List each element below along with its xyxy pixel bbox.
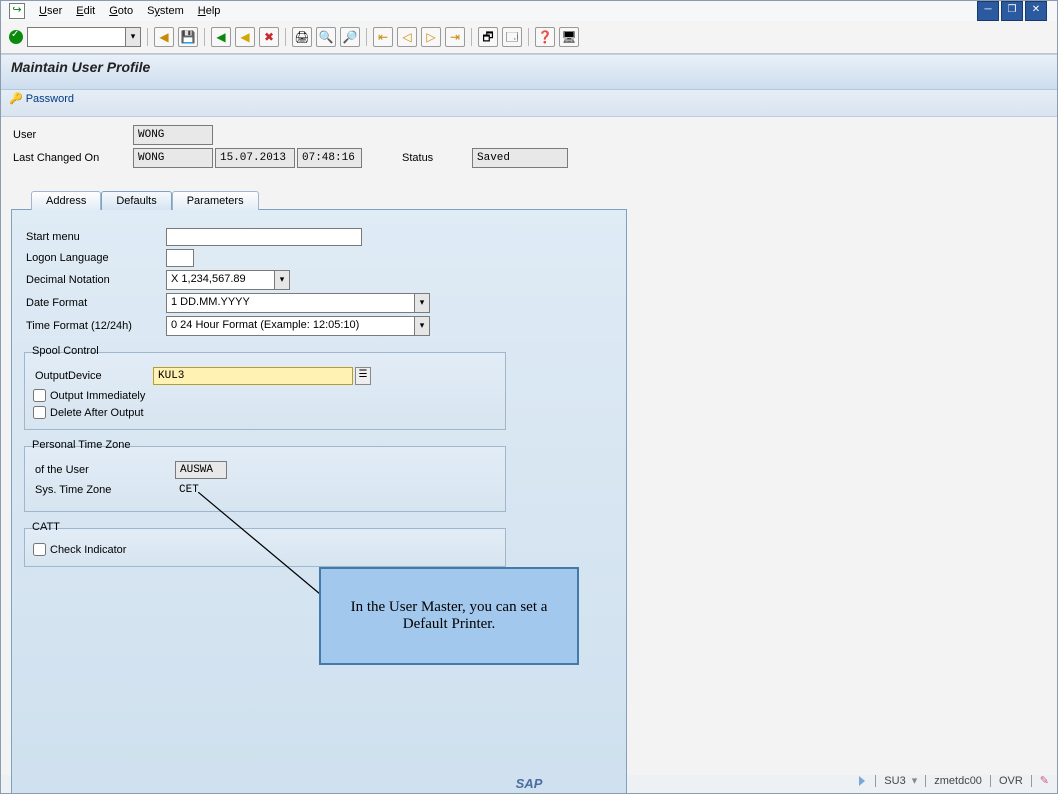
chevron-down-icon: ▾	[414, 294, 429, 312]
status-mode: OVR	[999, 775, 1023, 787]
dropdown-arrow-icon[interactable]: ▾	[125, 28, 140, 46]
print-button[interactable]: 🖨	[292, 27, 312, 47]
spool-control-legend: Spool Control	[29, 345, 102, 357]
pen-icon[interactable]: ✎	[1040, 774, 1049, 787]
f4-help-button[interactable]: ☰	[355, 367, 371, 385]
check-indicator-label: Check Indicator	[50, 544, 126, 556]
toolbar: ▾ ◀ 💾 ◀ ◀ ✖ 🖨 🔍 🔎 ⇤ ◁ ▷ ⇥ 🗗 🗔 ❓ 🖥	[1, 21, 1057, 54]
last-changed-date: 15.07.2013	[215, 148, 295, 168]
of-user-value[interactable]: AUSWA	[175, 461, 227, 479]
status-label: Status	[362, 152, 472, 164]
triangle-icon[interactable]	[859, 776, 865, 786]
minimize-button[interactable]: ─	[977, 1, 999, 21]
status-value: Saved	[472, 148, 568, 168]
layout-button[interactable]: 🖥	[559, 27, 579, 47]
key-icon: 🔑	[9, 92, 23, 105]
output-immediately-label: Output Immediately	[50, 390, 145, 402]
restore-button[interactable]: ❐	[1001, 1, 1023, 21]
menu-bar: ↪ UUserser Edit Goto System Help	[1, 1, 1057, 21]
page-title: Maintain User Profile	[11, 59, 1047, 75]
help-button[interactable]: ❓	[535, 27, 555, 47]
tab-parameters[interactable]: Parameters	[172, 191, 259, 210]
user-value: WONG	[133, 125, 213, 145]
spool-control-group: Spool Control OutputDevice ☰ Output Imme…	[24, 352, 506, 430]
decimal-notation-label: Decimal Notation	[24, 274, 166, 286]
chevron-down-icon: ▾	[274, 271, 289, 289]
menu-icon[interactable]: ↪	[9, 3, 25, 19]
output-immediately-checkbox[interactable]	[33, 389, 46, 402]
find-button[interactable]: 🔍	[316, 27, 336, 47]
status-tcode: SU3	[884, 775, 905, 787]
start-menu-input[interactable]	[166, 228, 362, 246]
new-session-button[interactable]: 🗗	[478, 27, 498, 47]
start-menu-label: Start menu	[24, 231, 166, 243]
personal-timezone-legend: Personal Time Zone	[29, 439, 133, 451]
menu-user[interactable]: UUserser	[39, 1, 62, 21]
date-format-select[interactable]: 1 DD.MM.YYYY▾	[166, 293, 430, 313]
catt-group: CATT Check Indicator	[24, 528, 506, 567]
close-button[interactable]: ✕	[1025, 1, 1047, 21]
cancel-button[interactable]: ✖	[259, 27, 279, 47]
prev-page-button[interactable]: ◁	[397, 27, 417, 47]
first-page-button[interactable]: ⇤	[373, 27, 393, 47]
logon-language-label: Logon Language	[24, 252, 166, 264]
exit-button[interactable]: ◀	[235, 27, 255, 47]
shortcut-button[interactable]: 🗔	[502, 27, 522, 47]
tab-address[interactable]: Address	[31, 191, 101, 210]
find-next-button[interactable]: 🔎	[340, 27, 360, 47]
next-page-button[interactable]: ▷	[421, 27, 441, 47]
output-device-input[interactable]	[153, 367, 353, 385]
time-format-select[interactable]: 0 24 Hour Format (Example: 12:05:10)▾	[166, 316, 430, 336]
enter-icon[interactable]	[9, 30, 23, 44]
personal-timezone-group: Personal Time Zone of the User AUSWA Sys…	[24, 446, 506, 512]
tab-defaults[interactable]: Defaults	[101, 191, 171, 210]
delete-after-output-label: Delete After Output	[50, 407, 144, 419]
defaults-panel: Start menu Logon Language Decimal Notati…	[11, 209, 627, 794]
delete-after-output-checkbox[interactable]	[33, 406, 46, 419]
time-format-label: Time Format (12/24h)	[24, 320, 166, 332]
last-page-button[interactable]: ⇥	[445, 27, 465, 47]
status-bar: SU3 ▾ zmetdc00 OVR ✎	[1, 772, 1057, 789]
decimal-notation-select[interactable]: X 1,234,567.89▾	[166, 270, 290, 290]
status-system: zmetdc00	[934, 775, 982, 787]
output-device-label: OutputDevice	[33, 370, 153, 382]
of-user-label: of the User	[33, 464, 175, 476]
save-button[interactable]: 💾	[178, 27, 198, 47]
menu-edit[interactable]: Edit	[76, 1, 95, 21]
command-field[interactable]: ▾	[27, 27, 141, 47]
tooltip-callout: In the User Master, you can set a Defaul…	[319, 567, 579, 665]
menu-system[interactable]: System	[147, 1, 184, 21]
date-format-label: Date Format	[24, 297, 166, 309]
title-bar: Maintain User Profile	[1, 54, 1057, 90]
chevron-down-icon: ▾	[414, 317, 429, 335]
password-label: Password	[26, 93, 74, 105]
back-green-button[interactable]: ◀	[211, 27, 231, 47]
user-label: User	[11, 129, 133, 141]
logon-language-input[interactable]	[166, 249, 194, 267]
last-changed-by: WONG	[133, 148, 213, 168]
sys-tz-label: Sys. Time Zone	[33, 484, 175, 496]
last-changed-label: Last Changed On	[11, 152, 133, 164]
menu-help[interactable]: Help	[198, 1, 221, 21]
back-button[interactable]: ◀	[154, 27, 174, 47]
check-indicator-checkbox[interactable]	[33, 543, 46, 556]
menu-goto[interactable]: Goto	[109, 1, 133, 21]
password-button[interactable]: 🔑 Password	[9, 92, 74, 105]
catt-legend: CATT	[29, 521, 63, 533]
last-changed-time: 07:48:16	[297, 148, 362, 168]
sys-tz-value: CET	[175, 482, 225, 498]
